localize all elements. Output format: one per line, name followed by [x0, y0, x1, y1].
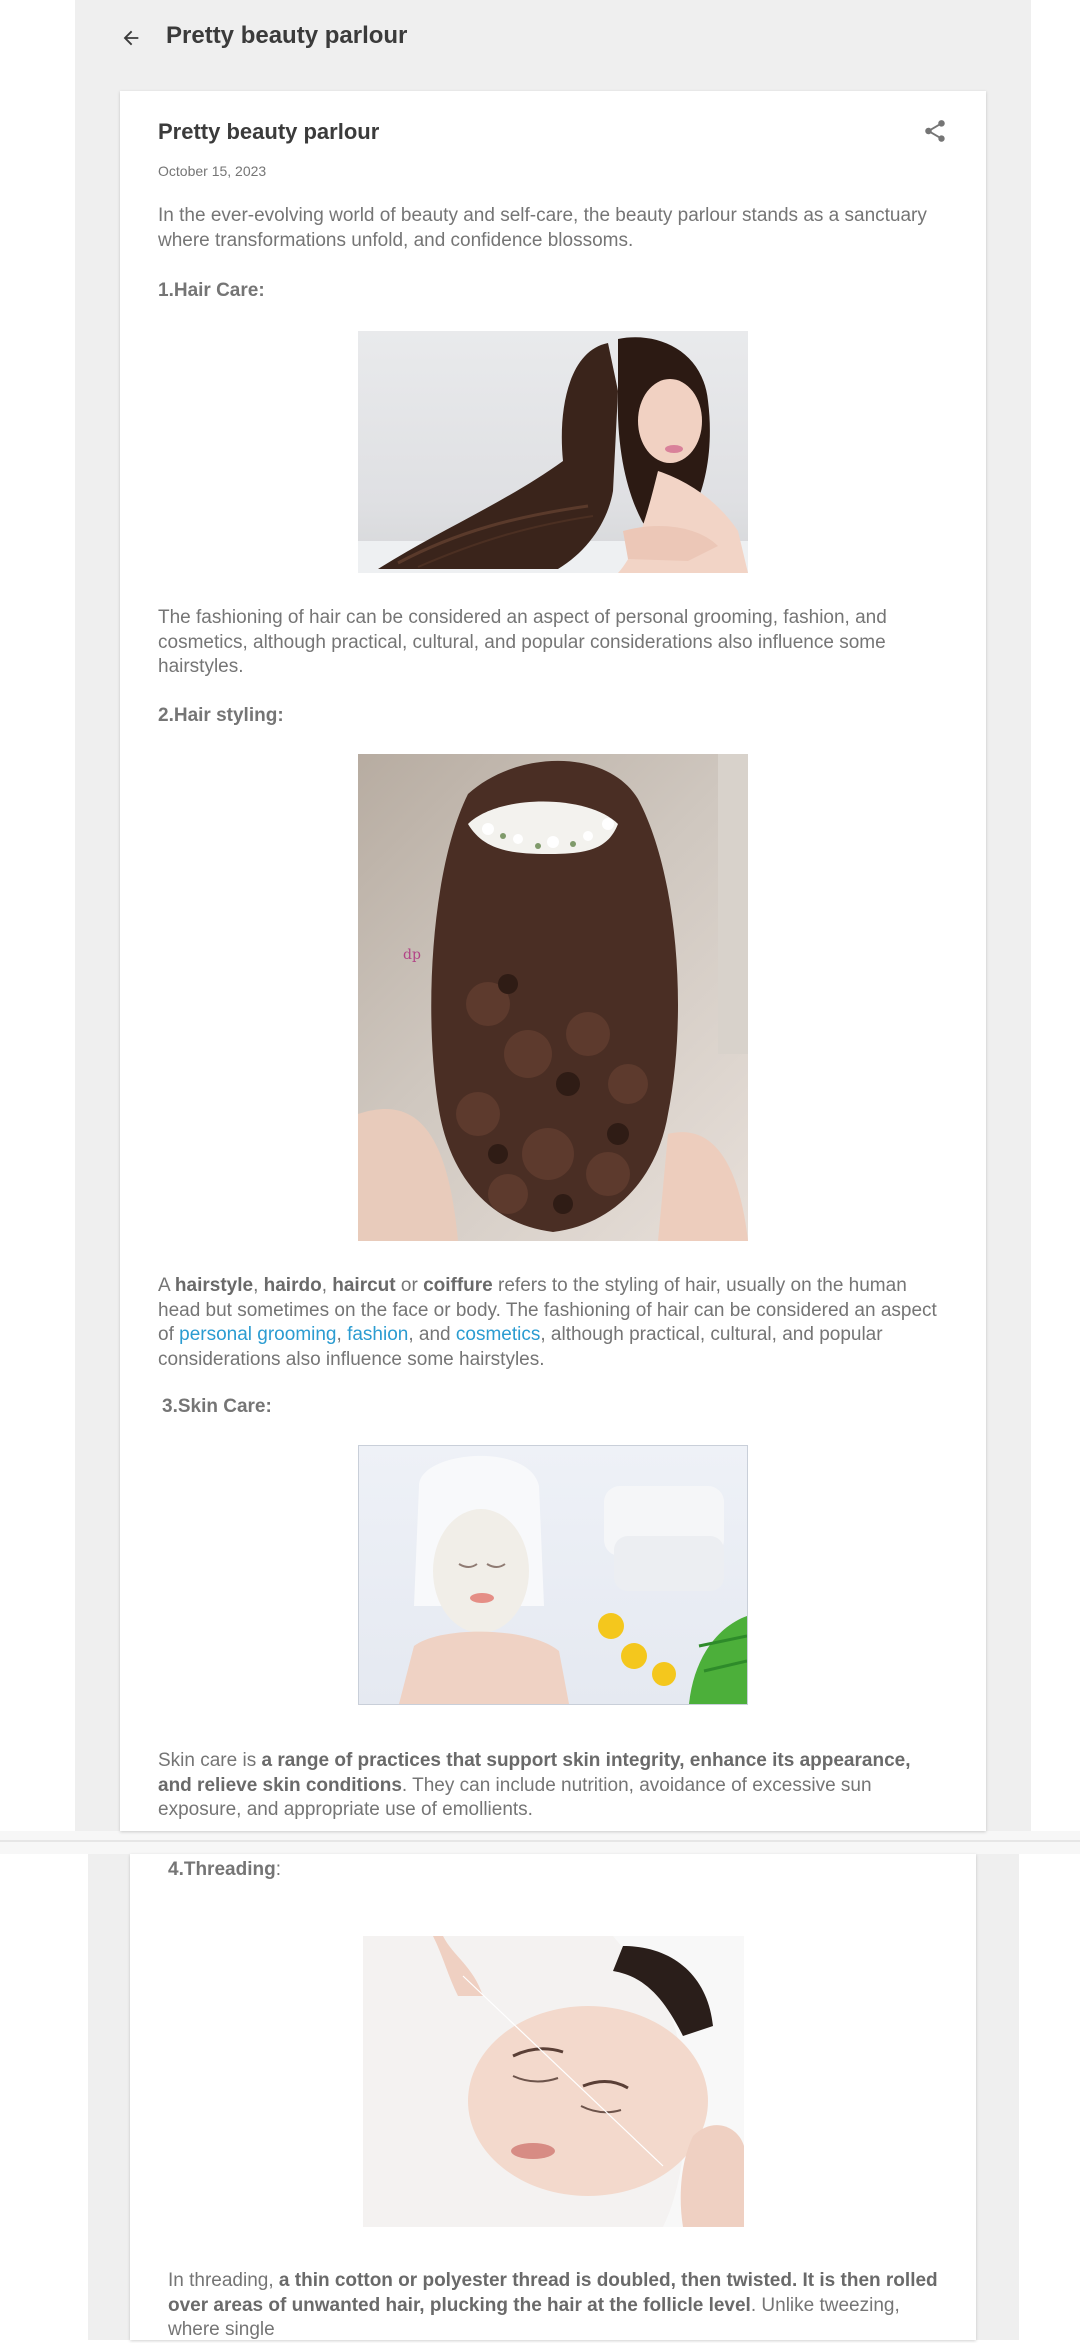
- link-personal-grooming[interactable]: personal grooming: [179, 1324, 336, 1345]
- hair-styling-paragraph: A hairstyle, hairdo, haircut or coiffure…: [158, 1275, 937, 1370]
- post-card-continued: 4.Threading: In threading, a thin cotton…: [130, 1854, 976, 2340]
- app-bar: Pretty beauty parlour: [75, 0, 1031, 76]
- hair-care-image: [358, 331, 748, 573]
- skin-care-image: [358, 1445, 748, 1705]
- intro-paragraph: In the ever-evolving world of beauty and…: [158, 205, 927, 251]
- screenshot-separator: [0, 1831, 1080, 1854]
- app-bar-title: Pretty beauty parlour: [166, 22, 408, 49]
- link-fashion[interactable]: fashion: [347, 1324, 408, 1345]
- share-icon: [925, 120, 945, 142]
- post-date: October 15, 2023: [158, 163, 267, 179]
- back-button[interactable]: [113, 20, 149, 56]
- section-heading-hair-styling: 2.Hair styling:: [158, 705, 284, 726]
- hair-styling-image: dp: [358, 754, 748, 1241]
- threading-paragraph: In threading, a thin cotton or polyester…: [168, 2270, 938, 2340]
- link-cosmetics[interactable]: cosmetics: [456, 1324, 540, 1345]
- section-heading-hair-care: 1.Hair Care:: [158, 280, 265, 301]
- skin-care-paragraph: Skin care is a range of practices that s…: [158, 1750, 911, 1820]
- separator-line: [0, 1840, 1080, 1842]
- post-title: Pretty beauty parlour: [158, 119, 380, 144]
- share-button[interactable]: [922, 118, 950, 146]
- svg-text:dp: dp: [403, 947, 421, 963]
- threading-image: [363, 1936, 744, 2227]
- post-card: Pretty beauty parlour October 15, 2023 I…: [120, 91, 986, 1831]
- hair-care-paragraph: The fashioning of hair can be considered…: [158, 607, 887, 677]
- section-heading-threading: 4.Threading:: [168, 1859, 281, 1880]
- back-arrow-icon: [123, 30, 139, 46]
- section-heading-skin-care: 3.Skin Care:: [162, 1396, 272, 1417]
